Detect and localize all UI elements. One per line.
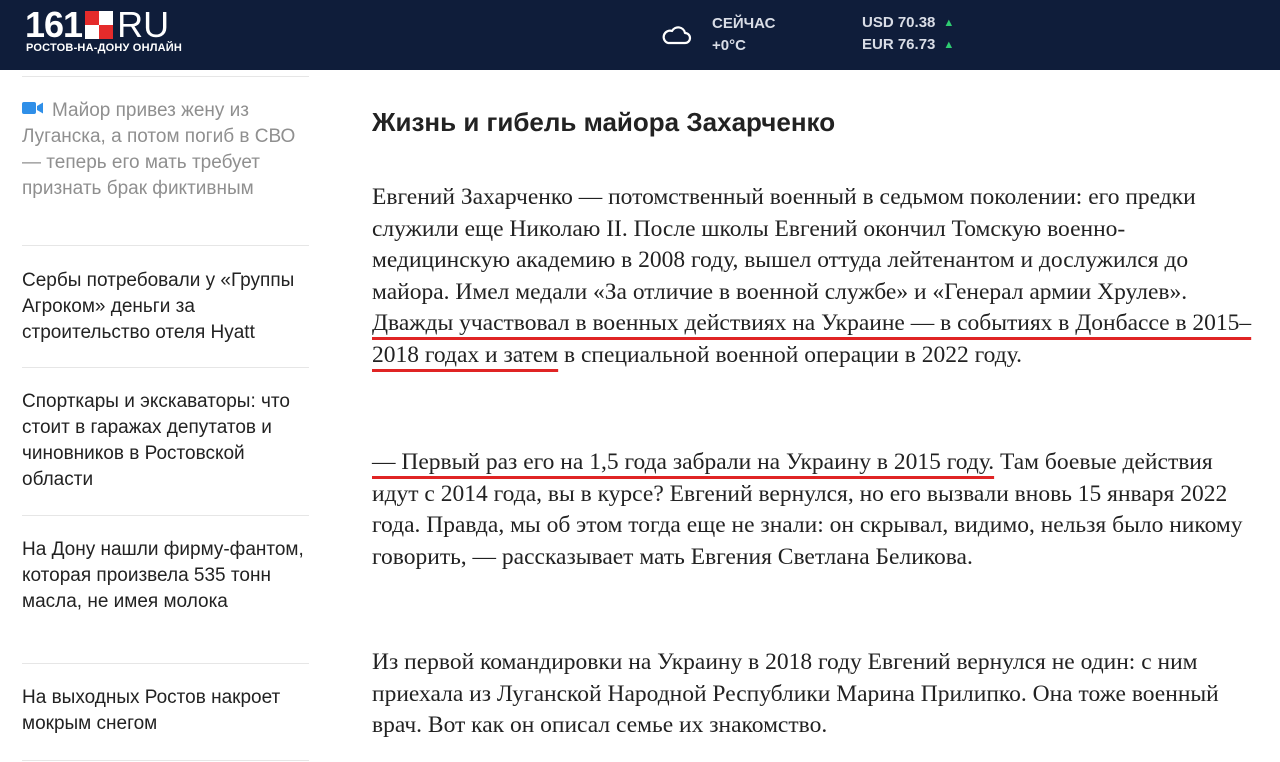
sidebar-news-title: На Дону нашли фирму-фантом, которая прои… [22,539,304,612]
sidebar-news-item[interactable]: Майор привез жену из Луганска, а потом п… [22,76,309,245]
cloud-icon [662,26,692,45]
sidebar-news-item[interactable]: Спорткары и экскаваторы: что стоит в гар… [22,367,309,515]
article-paragraph: Из первой командировки на Украину в 2018… [372,649,1219,738]
highlighted-text: — Первый раз его на 1,5 года забрали на … [372,449,995,475]
currency-usd-label: USD 70.38 [862,14,936,31]
sidebar-news-title: Сербы потребовали у «Группы Агроком» ден… [22,270,295,343]
currency-eur-label: EUR 76.73 [862,36,936,53]
paragraph-text: Евгений Захарченко — потомственный военн… [372,184,1196,305]
video-camera-icon [22,102,43,114]
site-logo[interactable]: 161 RU [25,6,169,44]
article-subheading: Жизнь и гибель майора Захарченко [372,107,836,137]
sidebar-news-title: Майор привез жену из Луганска, а потом п… [22,100,296,199]
logo-number: 161 [25,4,83,45]
logo-domain: RU [117,4,170,45]
article-body: Жизнь и гибель майора Захарченко Евгений… [372,100,1252,738]
site-header: 161 RU РОСТОВ-НА-ДОНУ ОНЛАЙН СЕЙЧАС +0°C… [0,0,1280,70]
weather-widget[interactable]: СЕЙЧАС +0°C [660,12,775,58]
article-paragraph: — Первый раз его на 1,5 года забрали на … [372,447,1252,573]
article-paragraph: Евгений Захарченко — потомственный военн… [372,182,1252,371]
sidebar-divider [22,760,309,761]
sidebar-news-title: Спорткары и экскаваторы: что стоит в гар… [22,391,290,490]
sidebar-news-item[interactable]: Сербы потребовали у «Группы Агроком» ден… [22,245,309,367]
currency-eur: EUR 76.73 ▲ [862,34,954,56]
trend-up-icon: ▲ [943,39,955,51]
sidebar-news-item[interactable]: На выходных Ростов накроет мокрым снегом [22,663,309,760]
trend-up-icon: ▲ [943,17,955,29]
sidebar-news-title: На выходных Ростов накроет мокрым снегом [22,687,281,734]
logo-squares-icon [85,11,114,39]
logo-subtitle: РОСТОВ-НА-ДОНУ ОНЛАЙН [26,42,183,54]
paragraph-text: в специальной военной операции в 2022 го… [558,341,1022,368]
currency-usd: USD 70.38 ▲ [862,12,954,34]
related-news-sidebar: Майор привез жену из Луганска, а потом п… [22,76,309,761]
currency-rates: USD 70.38 ▲ EUR 76.73 ▲ [862,12,954,56]
weather-temp: +0°C [712,37,746,54]
sidebar-news-item[interactable]: На Дону нашли фирму-фантом, которая прои… [22,515,309,663]
weather-label: СЕЙЧАС [712,15,776,32]
